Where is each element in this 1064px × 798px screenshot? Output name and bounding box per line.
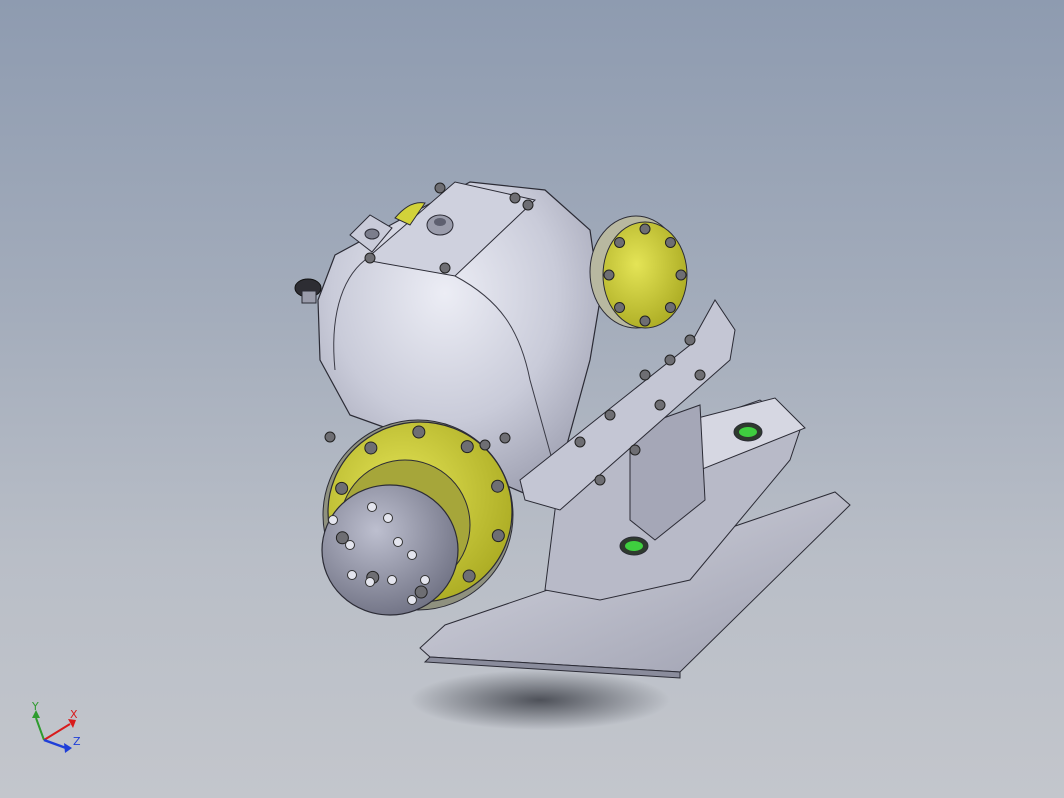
lifting-lug-hole xyxy=(364,228,380,240)
cover-bolt xyxy=(364,252,376,264)
hub-bolt-hole xyxy=(365,577,375,587)
oil-port-ring xyxy=(625,541,643,551)
rib-bolt xyxy=(574,436,586,448)
z-axis-line xyxy=(43,738,67,750)
flange-bolt xyxy=(414,585,428,599)
rib-bolt xyxy=(694,369,706,381)
ground-shadow xyxy=(410,670,670,730)
flange-bolt xyxy=(364,441,378,455)
hub-bolt-hole xyxy=(383,513,393,523)
cover-bolt xyxy=(439,262,451,274)
hub-bolt-hole xyxy=(367,502,377,512)
hub-bolt-hole xyxy=(387,575,397,585)
cover-bolt xyxy=(522,199,534,211)
cover-bolt xyxy=(675,269,687,281)
top-plug-hex xyxy=(434,218,446,226)
hub-bolt-hole xyxy=(347,570,357,580)
hub-bolt-hole xyxy=(420,575,430,585)
cover-bolt xyxy=(614,302,626,314)
cover-bolt xyxy=(664,302,676,314)
flange-bolt xyxy=(491,529,505,543)
hub-bolt-hole xyxy=(345,540,355,550)
output-hub xyxy=(321,484,459,616)
z-axis-label: Z xyxy=(73,735,81,748)
z-axis-arrow-icon xyxy=(64,743,72,753)
y-axis-line xyxy=(35,717,45,741)
oil-port-ring xyxy=(739,427,757,437)
cover-bolt xyxy=(664,236,676,248)
graphics-viewport[interactable]: Y X Z xyxy=(0,0,1064,798)
rib-bolt xyxy=(654,399,666,411)
flange-bolt xyxy=(460,440,474,454)
rib-bolt xyxy=(684,334,696,346)
rib-bolt xyxy=(604,409,616,421)
x-axis-label: X xyxy=(70,708,78,721)
x-axis-line xyxy=(43,723,71,741)
flange-bolt xyxy=(412,425,426,439)
hub-bolt-hole xyxy=(407,595,417,605)
rib-bolt xyxy=(629,444,641,456)
y-axis-label: Y xyxy=(31,700,39,713)
hub-bolt-hole xyxy=(393,537,403,547)
flange-bolt xyxy=(491,479,505,493)
flange-bolt xyxy=(462,569,476,583)
housing-bolt xyxy=(324,431,336,443)
cover-bolt xyxy=(509,192,521,204)
cover-bolt xyxy=(614,236,626,248)
gearbox-3d-model[interactable] xyxy=(0,0,1064,798)
cover-bolt xyxy=(603,269,615,281)
hub-bolt-hole xyxy=(328,515,338,525)
housing-bolt xyxy=(479,439,491,451)
rib-bolt xyxy=(639,369,651,381)
flange-bolt xyxy=(335,481,349,495)
cover-bolt xyxy=(639,315,651,327)
side-cover-flange xyxy=(602,221,688,329)
axis-triad: Y X Z xyxy=(31,700,81,753)
breather-stem xyxy=(301,290,317,304)
cover-bolt xyxy=(434,182,446,194)
hub-bolt-hole xyxy=(407,550,417,560)
rib-bolt xyxy=(664,354,676,366)
rib-bolt xyxy=(594,474,606,486)
cover-bolt xyxy=(639,223,651,235)
housing-bolt xyxy=(499,432,511,444)
